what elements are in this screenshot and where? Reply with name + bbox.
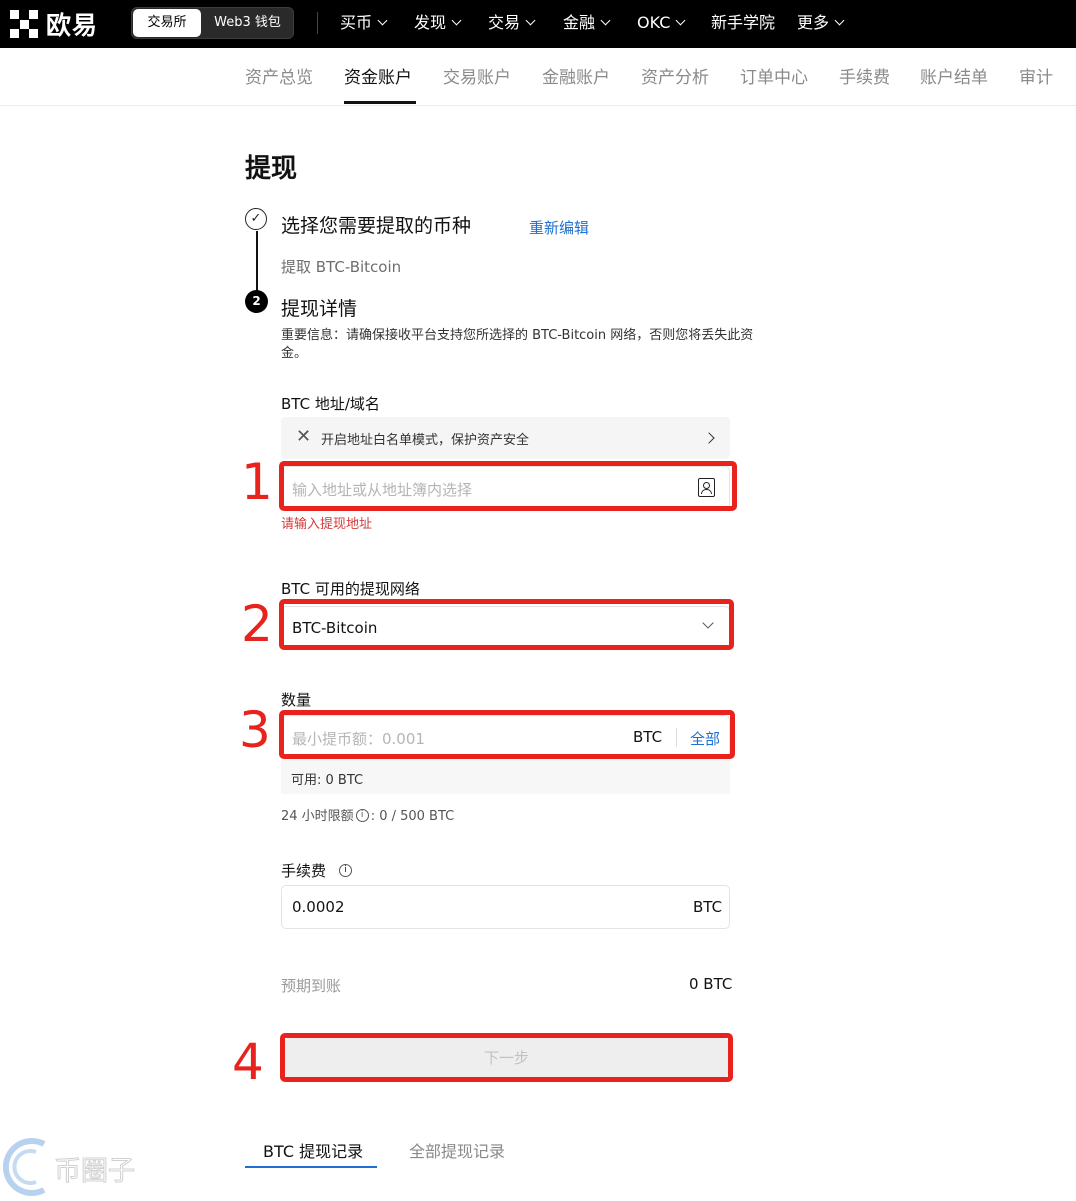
step-number-badge: 2 bbox=[245, 290, 268, 313]
daily-limit-label: 24 小时限额 bbox=[281, 809, 354, 824]
tab-all-withdrawal-records[interactable]: 全部提现记录 bbox=[409, 1138, 505, 1162]
fee-unit: BTC bbox=[693, 898, 723, 916]
tab-btc-withdrawal-records[interactable]: BTC 提现记录 bbox=[263, 1138, 363, 1162]
fee-label: 手续费 bbox=[281, 862, 327, 880]
active-tab-indicator bbox=[344, 101, 416, 104]
info-icon[interactable]: i bbox=[355, 809, 369, 822]
info-icon[interactable]: i bbox=[339, 864, 352, 877]
fee-value: 0.0002 bbox=[292, 898, 345, 916]
nav-item-label: 发现 bbox=[414, 13, 447, 32]
annotation-number-3: 3 bbox=[239, 701, 271, 759]
top-navigation-bar: 欧易 交易所 Web3 钱包 买币 发现 交易 金融 OKC 新手学院 更多 bbox=[0, 0, 1076, 48]
tab-audit[interactable]: 审计 bbox=[1019, 63, 1053, 88]
tab-account-statement[interactable]: 账户结单 bbox=[920, 63, 988, 88]
watermark-logo: 币圈子 bbox=[0, 1138, 160, 1197]
records-tab-indicator bbox=[245, 1166, 377, 1168]
tab-asset-analysis[interactable]: 资产分析 bbox=[641, 63, 709, 88]
whitelist-banner-text: 开启地址白名单模式，保护资产安全 bbox=[321, 433, 530, 448]
mode-tab-exchange[interactable]: 交易所 bbox=[133, 9, 201, 37]
chevron-down-icon bbox=[525, 15, 536, 26]
annotation-box-4 bbox=[280, 1033, 733, 1082]
annotation-number-2: 2 bbox=[241, 595, 273, 653]
chevron-down-icon bbox=[675, 15, 686, 26]
step1-title: 选择您需要提取的币种 bbox=[281, 215, 472, 237]
nav-item-label: OKC bbox=[637, 13, 671, 32]
nav-item-label: 买币 bbox=[340, 13, 373, 32]
nav-item-label: 新手学院 bbox=[711, 13, 776, 32]
annotation-box-1 bbox=[279, 461, 737, 511]
step1-summary: 提取 BTC-Bitcoin bbox=[281, 258, 402, 276]
tab-finance-account[interactable]: 金融账户 bbox=[542, 63, 610, 88]
brand-name: 欧易 bbox=[46, 11, 99, 40]
nav-item-trade[interactable]: 交易 bbox=[488, 0, 536, 48]
whitelist-banner[interactable]: ✕ 开启地址白名单模式，保护资产安全 bbox=[281, 417, 730, 459]
annotation-number-4: 4 bbox=[232, 1033, 264, 1091]
tab-order-center[interactable]: 订单中心 bbox=[740, 63, 808, 88]
chevron-down-icon bbox=[834, 15, 845, 26]
chevron-down-icon bbox=[377, 15, 388, 26]
available-balance: 可用: 0 BTC bbox=[291, 773, 364, 788]
step2-title: 提现详情 bbox=[281, 298, 358, 320]
amount-label: 数量 bbox=[281, 691, 312, 709]
annotation-box-2 bbox=[279, 599, 734, 650]
nav-item-okc[interactable]: OKC bbox=[637, 0, 686, 48]
available-balance-bar: 可用: 0 BTC bbox=[281, 758, 730, 794]
nav-divider bbox=[317, 12, 318, 34]
annotation-box-3 bbox=[279, 710, 735, 759]
chevron-down-icon bbox=[451, 15, 462, 26]
nav-item-discover[interactable]: 发现 bbox=[414, 0, 462, 48]
annotation-number-1: 1 bbox=[241, 453, 273, 511]
expected-arrival-value: 0 BTC bbox=[689, 975, 733, 993]
account-sub-navigation: 资产总览 资金账户 交易账户 金融账户 资产分析 订单中心 手续费 账户结单 审… bbox=[0, 48, 1076, 106]
nav-item-more[interactable]: 更多 bbox=[797, 0, 845, 48]
nav-item-buy-crypto[interactable]: 买币 bbox=[340, 0, 388, 48]
network-label: BTC 可用的提现网络 bbox=[281, 580, 420, 598]
tab-fees[interactable]: 手续费 bbox=[839, 63, 890, 88]
mode-switch: 交易所 Web3 钱包 bbox=[131, 7, 294, 39]
mode-tab-web3-wallet[interactable]: Web3 钱包 bbox=[202, 8, 293, 38]
okx-logo[interactable]: 欧易 bbox=[10, 9, 99, 40]
tab-funding-account[interactable]: 资金账户 bbox=[344, 63, 412, 88]
tab-assets-overview[interactable]: 资产总览 bbox=[245, 63, 313, 88]
address-label: BTC 地址/域名 bbox=[281, 395, 380, 413]
fee-field: 0.0002 BTC bbox=[281, 885, 730, 929]
nav-item-label: 金融 bbox=[563, 13, 596, 32]
watermark-icon: 币圈子 bbox=[2, 1138, 136, 1196]
page-title: 提现 bbox=[245, 154, 298, 184]
network-warning-notice: 重要信息：请确保接收平台支持您所选择的 BTC-Bitcoin 网络，否则您将丢… bbox=[281, 328, 754, 361]
nav-item-label: 更多 bbox=[797, 13, 830, 32]
daily-limit-value: : 0 / 500 BTC bbox=[370, 809, 455, 824]
chevron-right-icon bbox=[703, 432, 715, 444]
chevron-down-icon bbox=[600, 15, 611, 26]
svg-text:币圈子: 币圈子 bbox=[54, 1156, 135, 1187]
address-error-message: 请输入提现地址 bbox=[281, 517, 373, 532]
step-connector bbox=[256, 231, 258, 291]
nav-item-label: 交易 bbox=[488, 13, 521, 32]
nav-item-learn[interactable]: 新手学院 bbox=[711, 0, 775, 48]
close-icon[interactable]: ✕ bbox=[296, 426, 311, 447]
okx-logo-icon bbox=[10, 10, 38, 38]
tab-trading-account[interactable]: 交易账户 bbox=[443, 63, 511, 88]
nav-item-finance[interactable]: 金融 bbox=[563, 0, 611, 48]
expected-arrival-label: 预期到账 bbox=[281, 977, 342, 995]
reedit-link[interactable]: 重新编辑 bbox=[529, 217, 589, 238]
daily-limit: 24 小时限额 i: 0 / 500 BTC bbox=[281, 805, 454, 824]
check-icon: ✓ bbox=[245, 208, 267, 230]
